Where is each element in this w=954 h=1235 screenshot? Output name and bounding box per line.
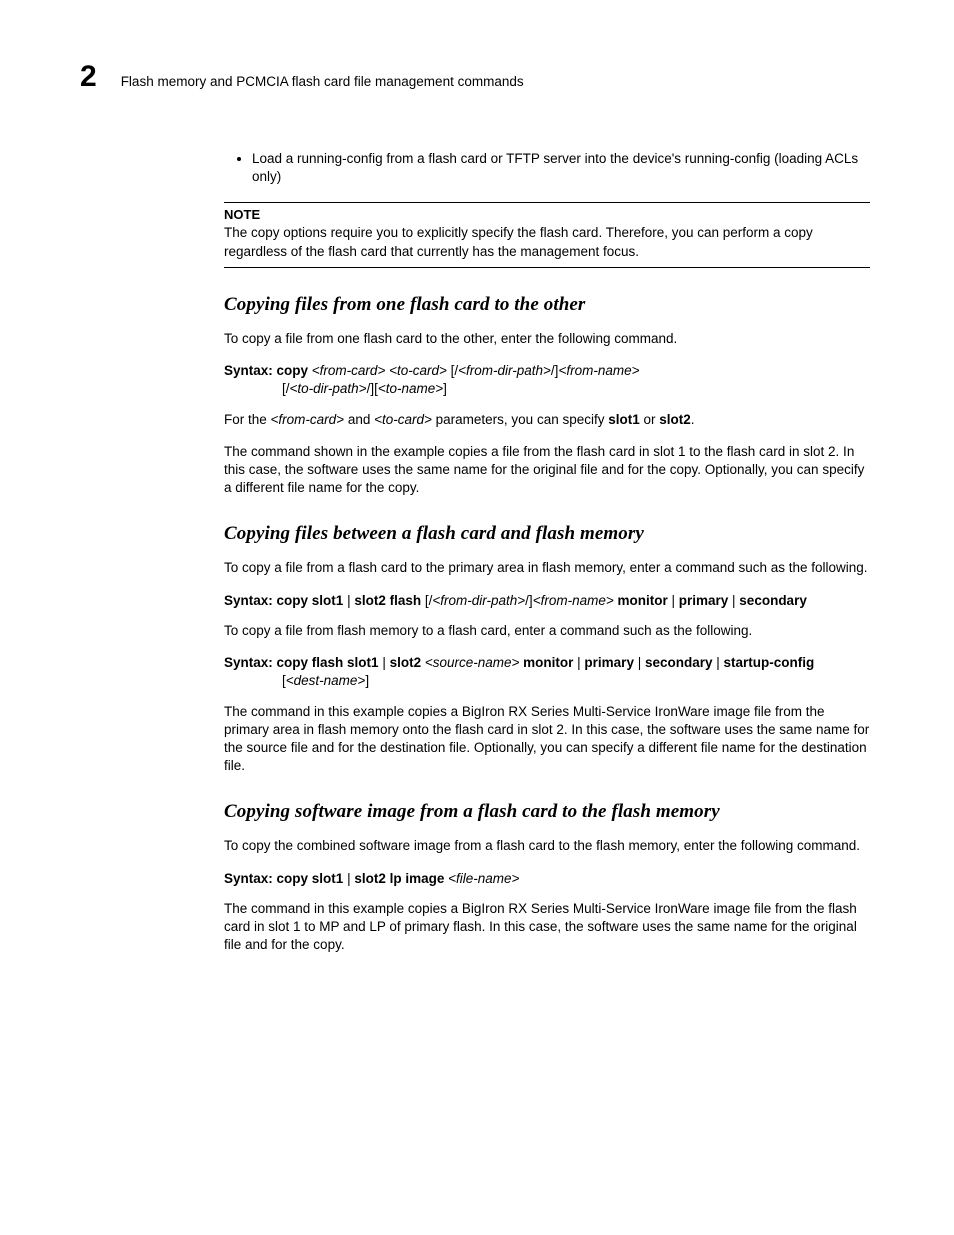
- text: or: [640, 412, 660, 427]
- syntax-text: /]: [525, 593, 533, 608]
- text-ital: <from-card>: [271, 412, 345, 427]
- syntax-arg: <to-name>: [378, 381, 443, 396]
- s1-intro: To copy a file from one flash card to th…: [224, 330, 870, 348]
- syntax-text: |: [638, 655, 645, 670]
- syntax-arg: <source-name>: [425, 655, 523, 670]
- rule-top: [224, 202, 870, 203]
- syntax-arg: <from-dir-path>: [432, 593, 525, 608]
- text: .: [691, 412, 695, 427]
- syntax-cmd: slot2 flash: [354, 593, 425, 608]
- s2-syntax2-line1: Syntax: copy flash slot1 | slot2 <source…: [224, 654, 870, 672]
- syntax-arg: <from-card> <to-card>: [312, 363, 451, 378]
- syntax-arg: <dest-name>: [286, 673, 366, 688]
- bullet-list: Load a running-config from a flash card …: [224, 150, 870, 186]
- syntax-cmd: slot2 lp image: [354, 871, 448, 886]
- syntax-text: |: [382, 655, 389, 670]
- syntax-text: [/: [282, 381, 290, 396]
- syntax-label: Syntax:: [224, 871, 277, 886]
- s2-mid: To copy a file from flash memory to a fl…: [224, 622, 870, 640]
- text-ital: <to-card>: [374, 412, 432, 427]
- text: parameters, you can specify: [432, 412, 608, 427]
- s3-intro: To copy the combined software image from…: [224, 837, 870, 855]
- s1-para1: For the <from-card> and <to-card> parame…: [224, 411, 870, 429]
- note-text: The copy options require you to explicit…: [224, 224, 870, 260]
- section-heading-3: Copying software image from a flash card…: [224, 801, 870, 823]
- chapter-number: 2: [80, 60, 97, 94]
- syntax-arg: <to-dir-path>: [290, 381, 367, 396]
- syntax-cmd: startup-config: [724, 655, 815, 670]
- syntax-cmd: copy: [277, 363, 312, 378]
- text: and: [344, 412, 374, 427]
- syntax-cmd: primary: [679, 593, 732, 608]
- s2-intro: To copy a file from a flash card to the …: [224, 559, 870, 577]
- s2-syntax2-line2: [<dest-name>]: [282, 672, 870, 690]
- syntax-text: ]: [443, 381, 447, 396]
- main-content: Load a running-config from a flash card …: [224, 150, 870, 954]
- text-bold: slot2: [659, 412, 691, 427]
- syntax-arg: <from-name>: [533, 593, 618, 608]
- syntax-cmd: secondary: [739, 593, 807, 608]
- text-bold: slot1: [608, 412, 640, 427]
- s3-para: The command in this example copies a Big…: [224, 900, 870, 955]
- rule-bottom: [224, 267, 870, 268]
- page-header: 2 Flash memory and PCMCIA flash card fil…: [80, 60, 874, 94]
- syntax-label: Syntax:: [224, 593, 277, 608]
- bullet-item: Load a running-config from a flash card …: [252, 150, 870, 186]
- s2-syntax2: Syntax: copy flash slot1 | slot2 <source…: [224, 654, 870, 690]
- section-heading-2: Copying files between a flash card and f…: [224, 523, 870, 545]
- syntax-text: |: [671, 593, 678, 608]
- s1-syntax: Syntax: copy <from-card> <to-card> [/<fr…: [224, 362, 870, 398]
- syntax-cmd: slot2: [390, 655, 425, 670]
- s3-syntax: Syntax: copy slot1 | slot2 lp image <fil…: [224, 870, 870, 888]
- syntax-cmd: secondary: [645, 655, 716, 670]
- s2-syntax1: Syntax: copy slot1 | slot2 flash [/<from…: [224, 592, 870, 610]
- s1-syntax-line1: Syntax: copy <from-card> <to-card> [/<fr…: [224, 362, 870, 380]
- syntax-text: |: [716, 655, 723, 670]
- syntax-cmd: monitor: [523, 655, 577, 670]
- syntax-cmd: copy flash slot1: [277, 655, 383, 670]
- s1-syntax-line2: [/<to-dir-path>/][<to-name>]: [282, 380, 870, 398]
- syntax-text: ]: [365, 673, 369, 688]
- syntax-text: /][: [367, 381, 378, 396]
- syntax-label: Syntax:: [224, 655, 277, 670]
- section-heading-1: Copying files from one flash card to the…: [224, 294, 870, 316]
- syntax-arg: <file-name>: [448, 871, 519, 886]
- syntax-label: Syntax:: [224, 363, 277, 378]
- syntax-arg: <from-name>: [558, 363, 639, 378]
- syntax-cmd: copy slot1: [277, 593, 348, 608]
- running-head: Flash memory and PCMCIA flash card file …: [121, 74, 524, 89]
- s2-para: The command in this example copies a Big…: [224, 703, 870, 776]
- note-label: NOTE: [224, 207, 870, 222]
- s1-para2: The command shown in the example copies …: [224, 443, 870, 498]
- text: For the: [224, 412, 271, 427]
- syntax-cmd: primary: [584, 655, 637, 670]
- syntax-cmd: copy slot1: [277, 871, 348, 886]
- syntax-arg: <from-dir-path>: [458, 363, 551, 378]
- syntax-cmd: monitor: [617, 593, 671, 608]
- syntax-text: [/: [451, 363, 459, 378]
